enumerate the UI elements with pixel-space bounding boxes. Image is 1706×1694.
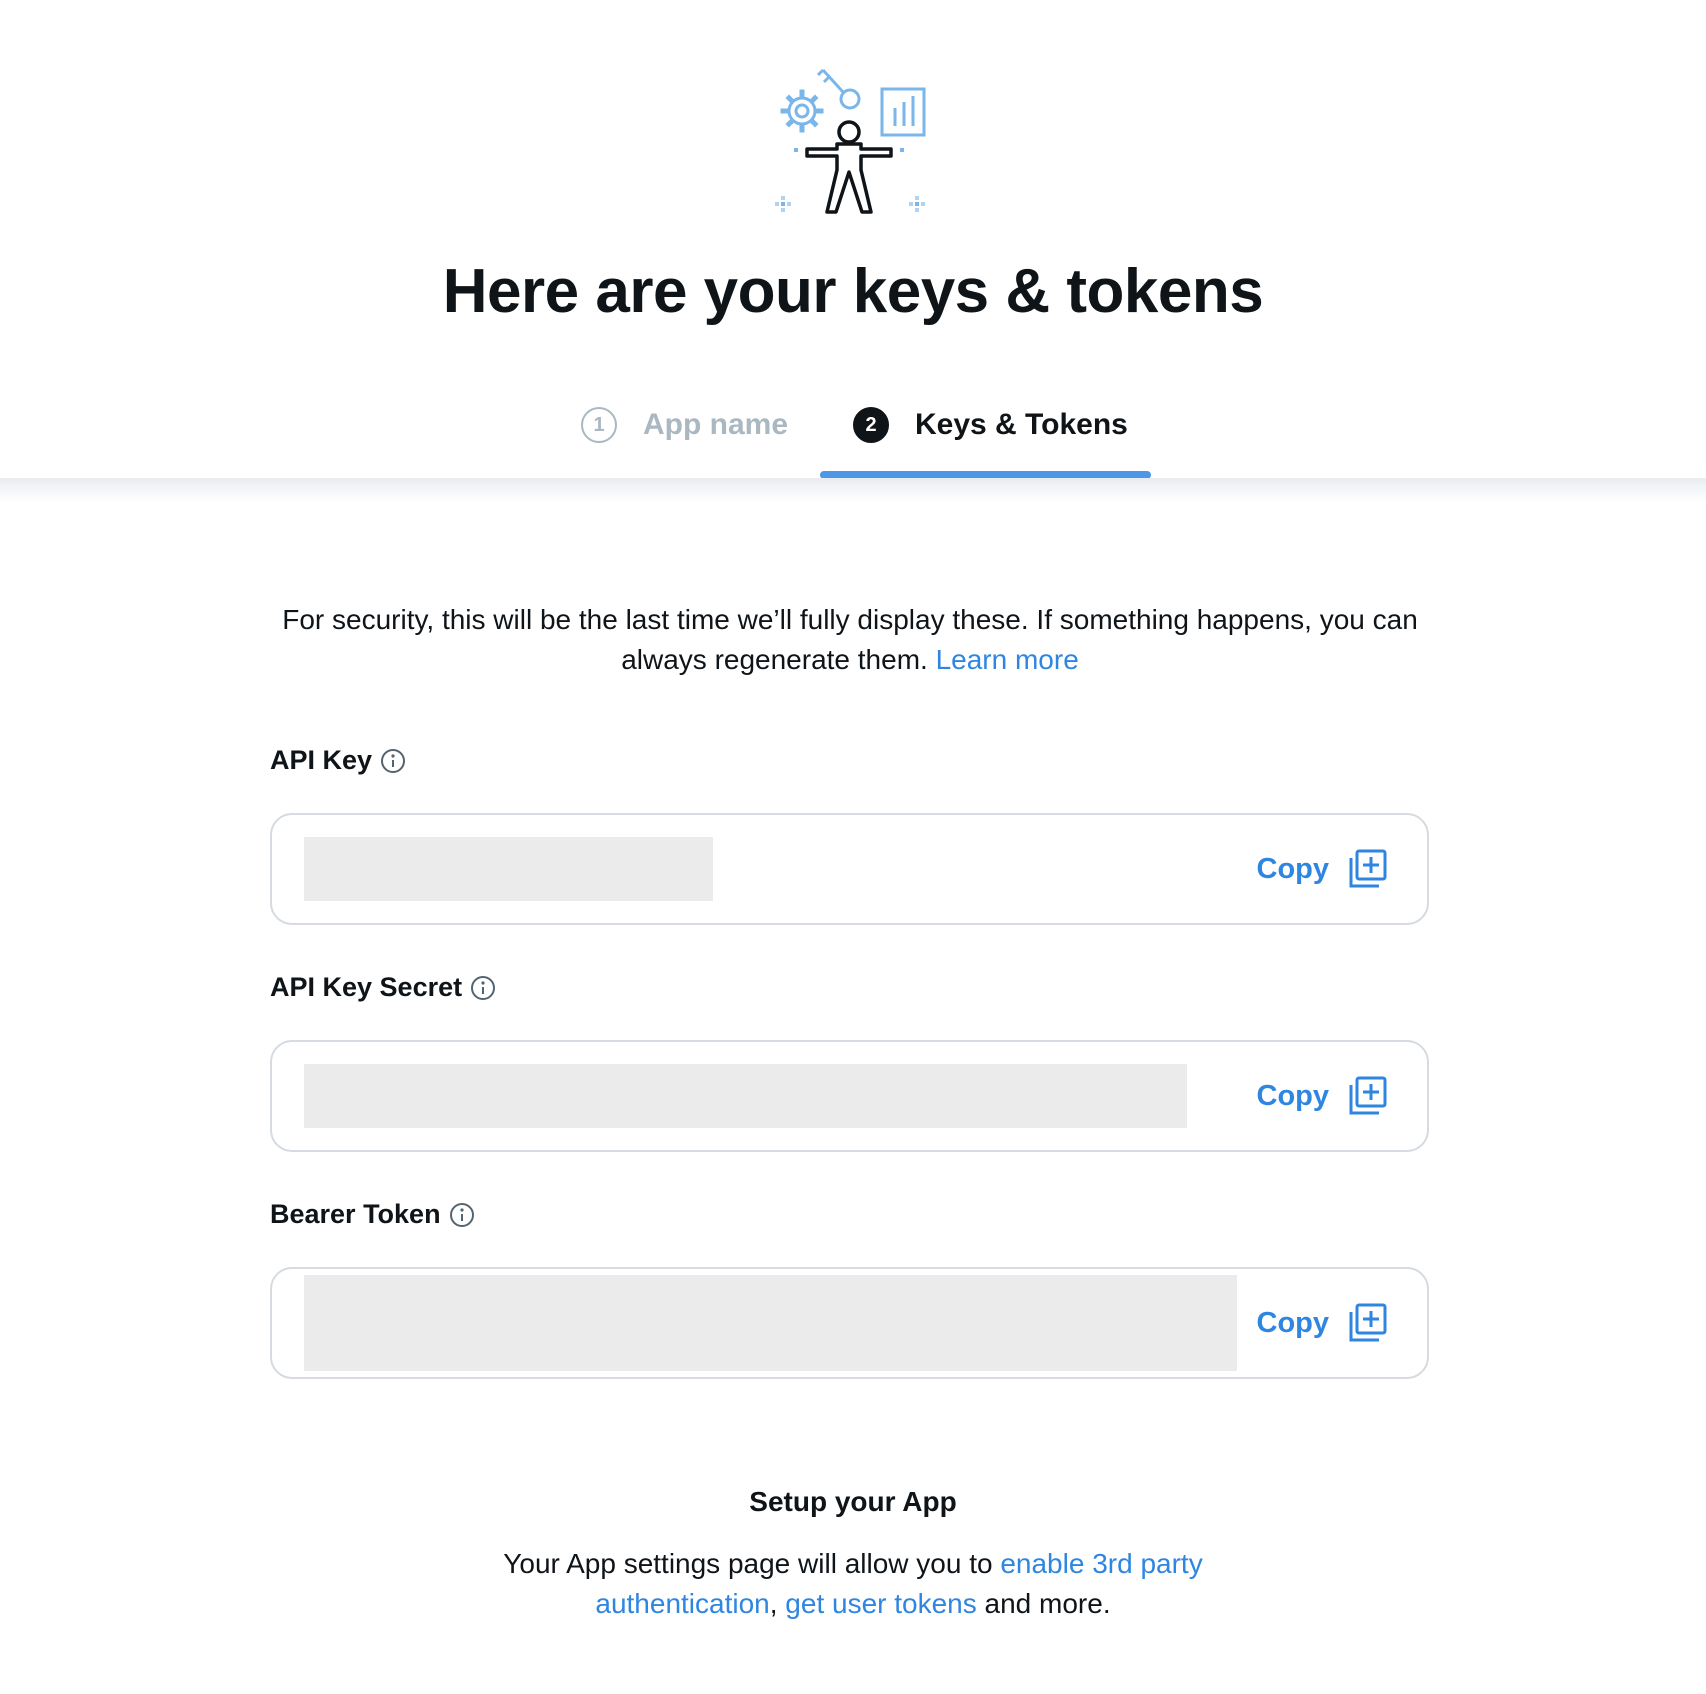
info-icon[interactable]: [470, 975, 496, 1001]
field-label-text: Bearer Token: [270, 1199, 441, 1229]
learn-more-link[interactable]: Learn more: [936, 644, 1079, 675]
setup-text-before: Your App settings page will allow you to: [503, 1548, 1001, 1579]
api-key-redacted-value: [304, 837, 713, 901]
step-number-circle: 2: [853, 407, 889, 443]
api-key-secret-field: Copy: [270, 1040, 1429, 1152]
bearer-token-field: Copy: [270, 1267, 1429, 1379]
step-keys-and-tokens[interactable]: 2 Keys & Tokens: [853, 404, 1128, 446]
copy-label: Copy: [1256, 1079, 1330, 1112]
security-notice: For security, this will be the last time…: [250, 600, 1450, 680]
copy-bearer-token-button[interactable]: Copy: [1257, 1302, 1390, 1344]
setup-separator: ,: [769, 1588, 786, 1619]
stepper-shadow: [0, 478, 1706, 502]
step-label: Keys & Tokens: [915, 408, 1128, 441]
api-key-field: Copy: [270, 813, 1429, 925]
developer-keys-illustration-icon: [775, 68, 926, 214]
copy-icon: [1349, 1303, 1387, 1342]
step-app-name[interactable]: 1 App name: [581, 404, 788, 446]
keys-and-tokens-page: Here are your keys & tokens 1 App name 2…: [0, 0, 1706, 1694]
api-key-secret-redacted-value: [304, 1064, 1187, 1128]
setup-text-after: and more.: [976, 1588, 1111, 1619]
setup-description: Your App settings page will allow you to…: [453, 1544, 1253, 1624]
get-user-tokens-link[interactable]: get user tokens: [785, 1588, 976, 1619]
bearer-token-label: Bearer Token: [270, 1199, 475, 1230]
step-number-circle: 1: [581, 407, 617, 443]
field-label-text: API Key: [270, 745, 373, 775]
copy-icon: [1349, 849, 1387, 888]
copy-api-key-secret-button[interactable]: Copy: [1257, 1075, 1390, 1117]
api-key-label: API Key: [270, 745, 406, 776]
page-title: Here are your keys & tokens: [442, 257, 1264, 326]
info-icon[interactable]: [449, 1202, 475, 1228]
copy-label: Copy: [1256, 852, 1330, 885]
info-icon[interactable]: [380, 748, 406, 774]
step-label: App name: [643, 408, 789, 441]
copy-api-key-button[interactable]: Copy: [1257, 848, 1390, 890]
stepper: 1 App name 2 Keys & Tokens: [0, 378, 1706, 502]
bearer-token-redacted-value: [304, 1275, 1237, 1371]
api-key-secret-label: API Key Secret: [270, 972, 496, 1003]
copy-label: Copy: [1256, 1306, 1330, 1339]
field-label-text: API Key Secret: [270, 972, 463, 1002]
copy-icon: [1349, 1076, 1387, 1115]
setup-title: Setup your App: [749, 1486, 957, 1517]
security-notice-text: For security, this will be the last time…: [282, 604, 1418, 675]
